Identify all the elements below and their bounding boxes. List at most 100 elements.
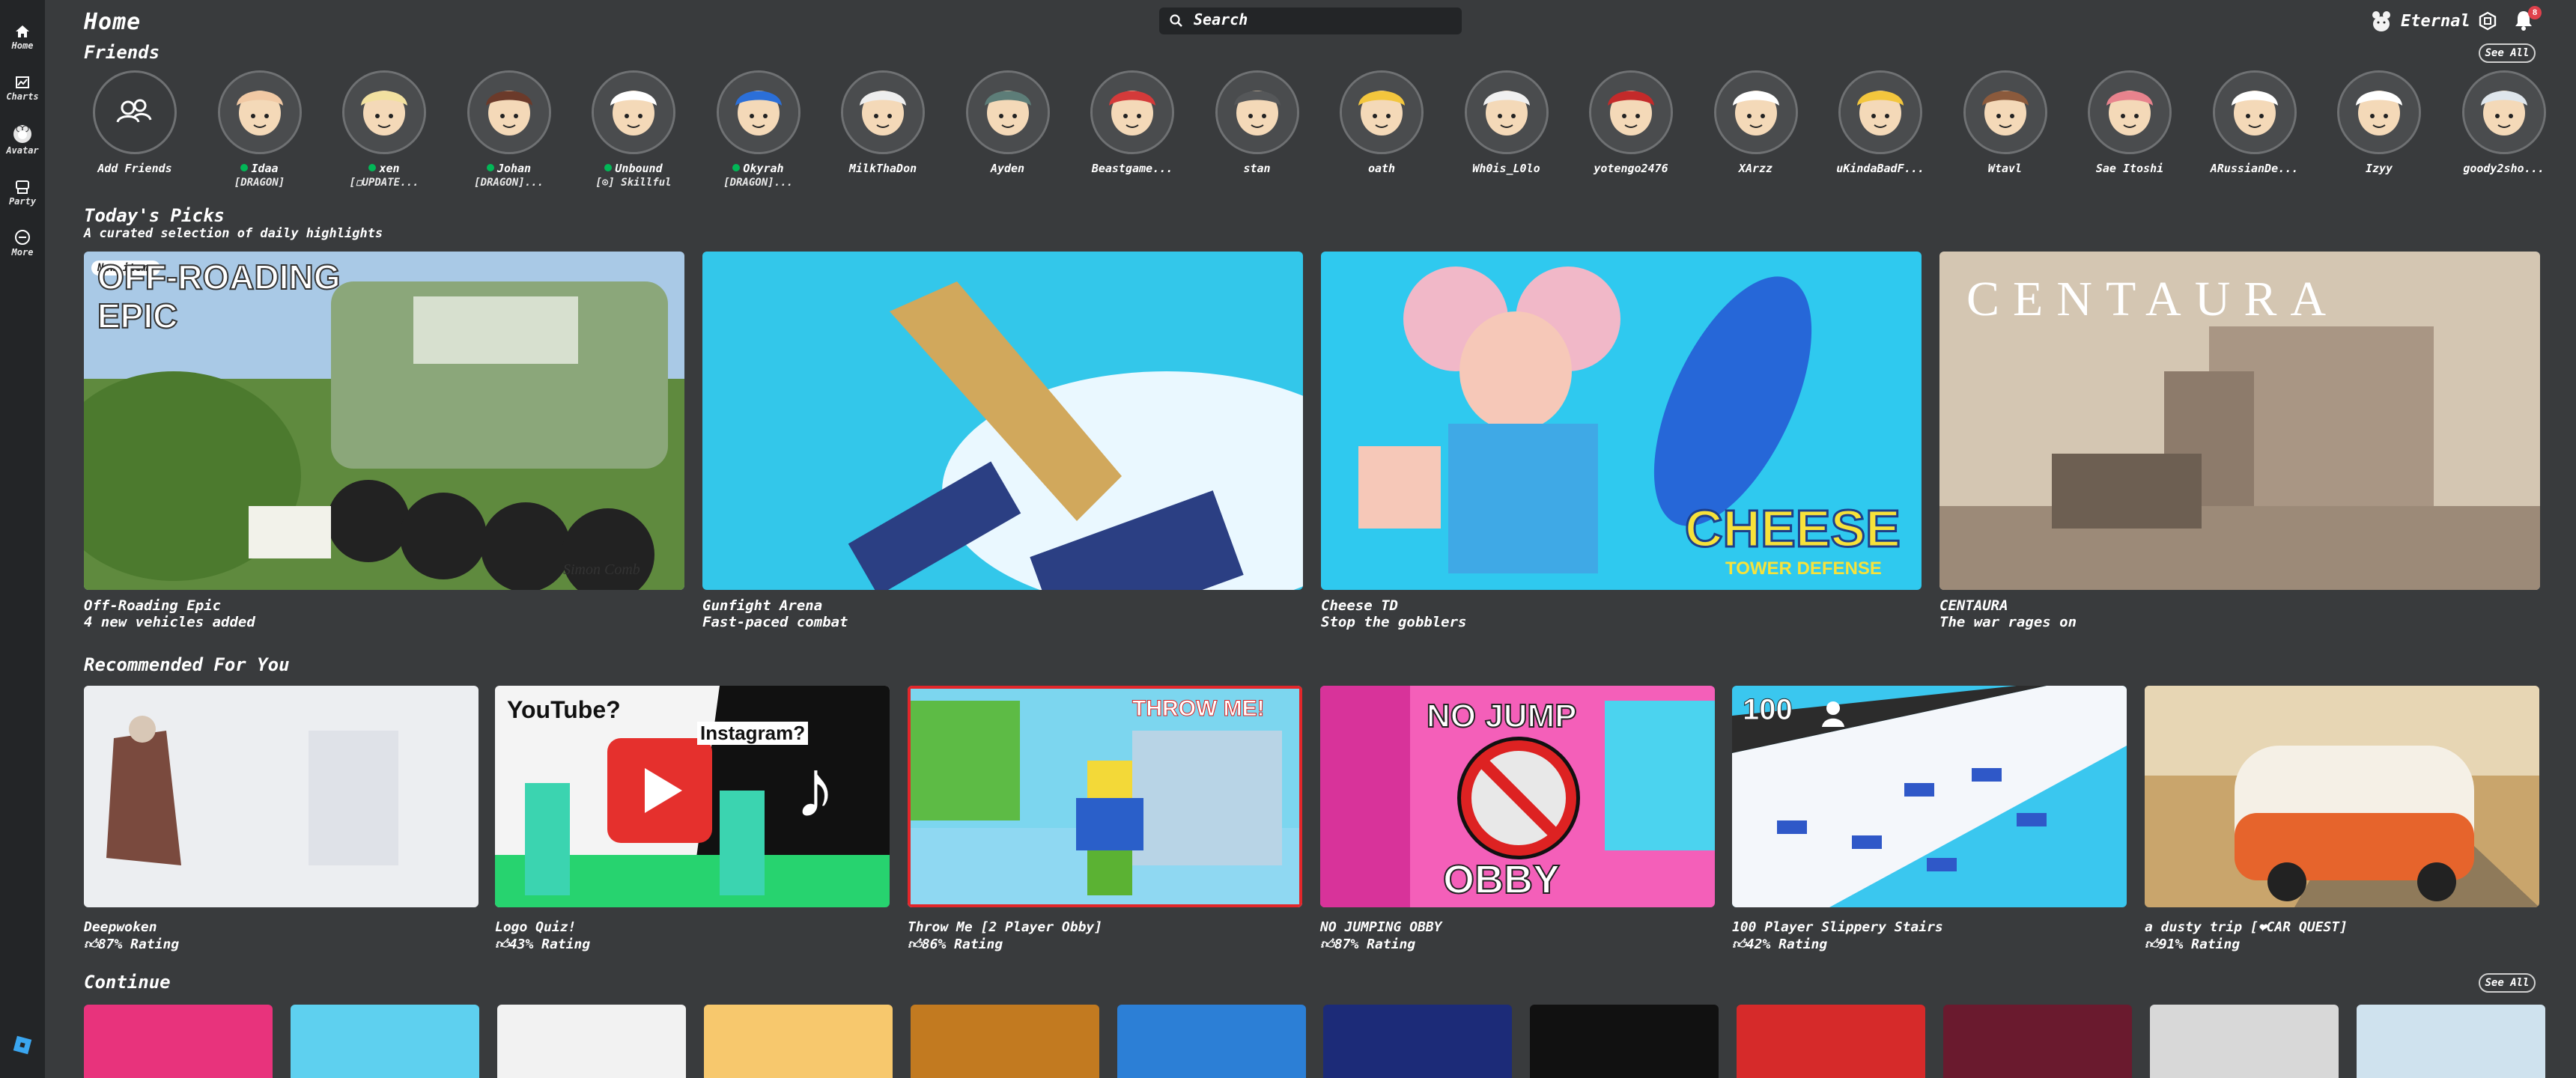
avatar	[217, 70, 302, 154]
friend-name-text: Idaa	[251, 162, 279, 175]
friend-item[interactable]: goody2sho...	[2444, 70, 2564, 175]
continue-see-all-button[interactable]: See All	[2479, 973, 2536, 993]
nav-item-avatar[interactable]: Avatar	[0, 124, 45, 156]
rec-tile-logo-quiz[interactable]: ♪ YouTube? Instagram?	[495, 686, 890, 907]
avatar-head-icon	[2214, 73, 2294, 152]
roblox-logo-icon[interactable]	[12, 1035, 33, 1056]
notifications-button[interactable]: 8	[2513, 6, 2542, 36]
friend-name: oath	[1322, 162, 1442, 175]
avatar	[1963, 70, 2047, 154]
cheese-art-title: CHEESE	[1684, 499, 1902, 559]
robux-icon[interactable]	[2478, 11, 2497, 31]
picks-subtitle: A curated selection of daily highlights	[84, 226, 383, 241]
search-input[interactable]	[1192, 10, 1450, 29]
continue-tile[interactable]	[2150, 1005, 2339, 1078]
friend-item[interactable]: Okyrah [DRAGON]...	[699, 70, 818, 189]
rec-title[interactable]: Logo Quiz!	[495, 919, 576, 935]
rec-title[interactable]: Deepwoken	[84, 919, 157, 935]
offroading-art-title: OFF-ROADING EPIC	[97, 257, 341, 336]
friend-item[interactable]: Wtavl	[1945, 70, 2065, 175]
pick-subtitle: Stop the gobblers	[1321, 614, 1467, 630]
dusty-trip-artwork	[2145, 686, 2539, 907]
thumbs-up-icon: 👍︎	[495, 937, 509, 952]
cheese-art-subtitle: TOWER DEFENSE	[1725, 558, 1882, 579]
pick-title[interactable]: CENTAURA	[1939, 597, 2008, 614]
friend-name: Idaa	[200, 162, 320, 175]
avatar	[2088, 70, 2172, 154]
friend-item[interactable]: Johan [DRAGON]...	[449, 70, 569, 189]
online-indicator	[368, 164, 377, 171]
rec-title[interactable]: 100 Player Slippery Stairs	[1732, 919, 1943, 935]
friends-see-all-button[interactable]: See All	[2479, 43, 2536, 63]
friend-name: MilkThaDon	[823, 162, 943, 175]
rec-tile-dusty-trip[interactable]	[2145, 686, 2539, 907]
nav-item-more[interactable]: More	[0, 229, 45, 258]
rec-tile-no-jumping-obby[interactable]: NO JUMP OBBY	[1320, 686, 1715, 907]
pick-title[interactable]: Off-Roading Epic	[84, 597, 221, 614]
continue-tile[interactable]	[290, 1005, 479, 1078]
friend-item[interactable]: Idaa [DRAGON]	[200, 70, 320, 189]
friend-name: Ayden	[948, 162, 1068, 175]
continue-tile[interactable]	[496, 1005, 686, 1078]
friend-item[interactable]: XArzz	[1696, 70, 1816, 175]
friend-item[interactable]: Unbound [⊙] Skillful	[574, 70, 693, 189]
friend-name-text: Johan	[496, 162, 532, 175]
continue-tile[interactable]	[1943, 1005, 2133, 1078]
pick-subtitle: The war rages on	[1939, 614, 2077, 630]
pick-tile-centaura[interactable]: CENTAURA	[1939, 252, 2540, 590]
online-indicator	[486, 164, 494, 171]
friend-name: Unbound	[574, 162, 693, 175]
recommended-title: Recommended For You	[84, 654, 290, 675]
user-profile[interactable]: Eternal	[2369, 7, 2497, 34]
friend-item[interactable]: Izyy	[2319, 70, 2439, 175]
friend-item[interactable]: MilkThaDon	[823, 70, 943, 175]
avatar-head-icon	[718, 73, 798, 152]
more-icon	[15, 230, 30, 245]
continue-tile[interactable]	[910, 1005, 1099, 1078]
continue-tile[interactable]	[84, 1005, 273, 1078]
friend-name-text: XArzz	[1738, 162, 1773, 175]
search-bar[interactable]	[1159, 7, 1462, 34]
rec-title[interactable]: NO JUMPING OBBY	[1320, 919, 1442, 935]
friend-item[interactable]: oath	[1322, 70, 1442, 175]
nav-item-charts[interactable]: Charts	[0, 75, 45, 102]
friend-status: [☐UPDATE...	[349, 177, 419, 189]
friend-item[interactable]: Sae Itoshi	[2070, 70, 2190, 175]
nav-item-party[interactable]: Party	[0, 180, 45, 207]
rec-tile-deepwoken[interactable]	[84, 686, 479, 907]
continue-tile[interactable]	[1323, 1005, 1513, 1078]
no-jump-art-text-2: OBBY	[1442, 856, 1561, 903]
friend-item[interactable]: stan	[1197, 70, 1317, 175]
friend-item[interactable]: xen [☐UPDATE...	[324, 70, 444, 189]
continue-tile[interactable]	[703, 1005, 893, 1078]
nav-label: Party	[8, 196, 37, 207]
nav-item-home[interactable]: Home	[0, 24, 45, 51]
rec-tile-slippery-stairs[interactable]: 100	[1732, 686, 2127, 907]
friend-item[interactable]: yotengo2476	[1571, 70, 1691, 175]
avatar	[1713, 70, 1798, 154]
friend-item[interactable]: Beastgame...	[1072, 70, 1192, 175]
continue-tile[interactable]	[1530, 1005, 1719, 1078]
deepwoken-artwork	[84, 686, 479, 907]
friend-item[interactable]: ARussianDe...	[2195, 70, 2315, 175]
rec-rating: 👍︎43% Rating	[495, 936, 590, 952]
rec-tile-throw-me[interactable]: THROW ME!	[908, 686, 1302, 907]
user-name: Eternal	[2401, 11, 2470, 31]
pick-tile-offroading[interactable]: New items OFF-ROADING EPIC Simon Comb	[84, 252, 684, 590]
continue-tile[interactable]	[1737, 1005, 1926, 1078]
pick-tile-gunfight[interactable]	[702, 252, 1303, 590]
friend-item[interactable]: Ayden	[948, 70, 1068, 175]
friend-name: Wh0is_L0lo	[1447, 162, 1567, 175]
continue-tile[interactable]	[1117, 1005, 1306, 1078]
pick-title[interactable]: Gunfight Arena	[702, 597, 822, 614]
pick-tile-cheese[interactable]: CHEESE TOWER DEFENSE	[1321, 252, 1922, 590]
continue-tile[interactable]	[2356, 1005, 2545, 1078]
friend-item[interactable]: Wh0is_L0lo	[1447, 70, 1567, 175]
rec-title[interactable]: Throw Me [2 Player Obby]	[908, 919, 1102, 935]
friend-name: XArzz	[1696, 162, 1816, 175]
friend-item[interactable]: uKindaBadF...	[1820, 70, 1940, 175]
avatar	[1838, 70, 1922, 154]
rec-title[interactable]: a dusty trip [❤CAR QUEST]	[2145, 919, 2348, 935]
add-friends-button[interactable]: Add Friends	[75, 70, 195, 175]
pick-title[interactable]: Cheese TD	[1321, 597, 1398, 614]
